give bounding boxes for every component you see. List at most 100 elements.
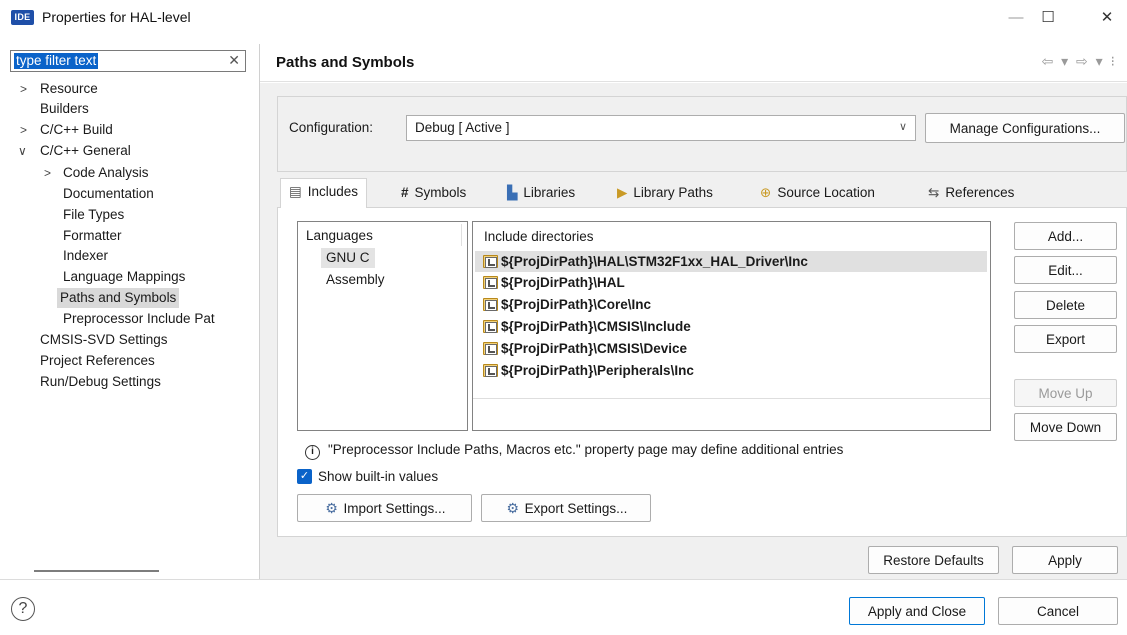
- tab-label: Symbols: [414, 185, 467, 200]
- tree-expand-icon[interactable]: >: [20, 120, 27, 140]
- tree-expand-icon[interactable]: >: [44, 163, 51, 183]
- nav-item-paths-and-symbols[interactable]: Paths and Symbols: [57, 288, 180, 308]
- bottom-separator: [0, 579, 1127, 580]
- languages-header: Languages: [306, 228, 373, 243]
- maximize-button[interactable]: ☐: [1026, 4, 1070, 32]
- ide-logo-icon: IDE: [11, 10, 34, 25]
- include-path: ${ProjDirPath}\CMSIS\Include: [501, 319, 691, 334]
- edit-button[interactable]: Edit...: [1014, 256, 1117, 284]
- include-row[interactable]: ${ProjDirPath}\HAL\STM32F1xx_HAL_Driver\…: [475, 251, 987, 272]
- include-row[interactable]: ${ProjDirPath}\CMSIS\Include: [475, 316, 987, 337]
- include-path: ${ProjDirPath}\Core\Inc: [501, 297, 652, 312]
- tab-includes[interactable]: ▤ Includes: [280, 178, 368, 208]
- tab-label: Library Paths: [633, 185, 713, 200]
- filter-input[interactable]: type filter text ✕: [10, 50, 246, 72]
- info-message: i "Preprocessor Include Paths, Macros etc…: [305, 442, 843, 460]
- restore-defaults-button[interactable]: Restore Defaults: [868, 546, 999, 574]
- configuration-select[interactable]: Debug [ Active ] ∨: [406, 115, 916, 141]
- apply-button[interactable]: Apply: [1012, 546, 1118, 574]
- include-path: ${ProjDirPath}\HAL: [501, 275, 625, 290]
- button-label: Import Settings...: [343, 500, 446, 516]
- language-gnu-c[interactable]: GNU C: [321, 248, 375, 268]
- nav-horizontal-scrollbar[interactable]: [34, 570, 159, 572]
- import-settings-button[interactable]: ⚙ Import Settings...: [297, 494, 472, 522]
- nav-item-cpp-build[interactable]: C/C++ Build: [37, 120, 116, 140]
- include-folder-icon: [483, 364, 498, 377]
- close-button[interactable]: ✕: [1085, 4, 1127, 32]
- library-paths-icon: ▶: [617, 185, 628, 200]
- libraries-icon: ▙: [507, 185, 518, 200]
- tab-label: Includes: [307, 184, 359, 199]
- configuration-label: Configuration:: [289, 120, 374, 135]
- info-text: "Preprocessor Include Paths, Macros etc.…: [328, 442, 844, 457]
- symbols-icon: #: [401, 185, 409, 200]
- nav-item-cpp-general[interactable]: C/C++ General: [37, 141, 134, 161]
- export-button[interactable]: Export: [1014, 325, 1117, 353]
- include-folder-icon: [483, 276, 498, 289]
- export-settings-icon: ⚙: [506, 499, 519, 516]
- source-location-icon: ⊕: [760, 185, 772, 200]
- move-up-button[interactable]: Move Up: [1014, 379, 1117, 407]
- tab-library-paths[interactable]: ▶ Library Paths: [617, 180, 713, 207]
- button-label: Export Settings...: [524, 500, 628, 516]
- nav-item-code-analysis[interactable]: Code Analysis: [60, 163, 152, 183]
- info-icon: i: [305, 445, 320, 460]
- add-button[interactable]: Add...: [1014, 222, 1117, 250]
- nav-item-preprocessor-include-paths[interactable]: Preprocessor Include Pat: [60, 309, 218, 329]
- nav-item-resource[interactable]: Resource: [37, 79, 101, 99]
- include-path: ${ProjDirPath}\Peripherals\Inc: [501, 363, 694, 378]
- list-divider: [473, 398, 990, 399]
- nav-item-file-types[interactable]: File Types: [60, 205, 127, 225]
- nav-item-cmsis-svd-settings[interactable]: CMSIS-SVD Settings: [37, 330, 171, 350]
- nav-item-documentation[interactable]: Documentation: [60, 184, 157, 204]
- include-path: ${ProjDirPath}\CMSIS\Device: [501, 341, 688, 356]
- tab-references[interactable]: ⇆ References: [928, 180, 1014, 207]
- includes-icon: ▤: [289, 184, 302, 199]
- apply-and-close-button[interactable]: Apply and Close: [849, 597, 985, 625]
- nav-item-language-mappings[interactable]: Language Mappings: [60, 267, 188, 287]
- tree-expand-icon[interactable]: >: [20, 79, 27, 99]
- include-folder-icon: [483, 320, 498, 333]
- language-assembly[interactable]: Assembly: [321, 270, 390, 290]
- include-folder-icon: [483, 342, 498, 355]
- help-icon[interactable]: ?: [11, 597, 35, 621]
- clear-filter-icon[interactable]: ✕: [228, 52, 240, 69]
- show-built-in-checkbox[interactable]: ✓: [297, 469, 312, 484]
- window-title: Properties for HAL-level: [42, 9, 191, 25]
- include-row[interactable]: ${ProjDirPath}\Core\Inc: [475, 294, 987, 315]
- references-icon: ⇆: [928, 185, 940, 200]
- nav-item-run-debug-settings[interactable]: Run/Debug Settings: [37, 372, 164, 392]
- include-row[interactable]: ${ProjDirPath}\CMSIS\Device: [475, 338, 987, 359]
- nav-item-builders[interactable]: Builders: [37, 99, 92, 119]
- import-settings-icon: ⚙: [325, 499, 338, 516]
- manage-configurations-button[interactable]: Manage Configurations...: [925, 113, 1125, 143]
- include-directories-list[interactable]: Include directories ${ProjDirPath}\HAL\S…: [472, 221, 991, 431]
- nav-item-formatter[interactable]: Formatter: [60, 226, 125, 246]
- include-path: ${ProjDirPath}\HAL\STM32F1xx_HAL_Driver\…: [501, 254, 808, 269]
- tab-label: Source Location: [777, 185, 875, 200]
- export-settings-button[interactable]: ⚙ Export Settings...: [481, 494, 651, 522]
- include-row[interactable]: ${ProjDirPath}\HAL: [475, 272, 987, 293]
- tab-libraries[interactable]: ▙ Libraries: [507, 180, 575, 207]
- tree-collapse-icon[interactable]: ∨: [18, 141, 27, 161]
- delete-button[interactable]: Delete: [1014, 291, 1117, 319]
- page-header: Paths and Symbols ⇦ ▾ ⇨ ▾ ⁝: [260, 44, 1127, 82]
- nav-item-project-references[interactable]: Project References: [37, 351, 158, 371]
- history-navigation-icon[interactable]: ⇦ ▾ ⇨ ▾ ⁝: [1041, 53, 1117, 70]
- show-built-in-label[interactable]: Show built-in values: [318, 469, 438, 484]
- move-down-button[interactable]: Move Down: [1014, 413, 1117, 441]
- include-folder-icon: [483, 298, 498, 311]
- include-row[interactable]: ${ProjDirPath}\Peripherals\Inc: [475, 360, 987, 381]
- chevron-down-icon: ∨: [898, 121, 907, 133]
- tab-source-location[interactable]: ⊕ Source Location: [760, 180, 875, 207]
- configuration-value: Debug [ Active ]: [415, 120, 510, 135]
- cancel-button[interactable]: Cancel: [998, 597, 1118, 625]
- include-directories-header: Include directories: [484, 229, 594, 244]
- column-divider: [461, 224, 462, 246]
- tab-symbols[interactable]: # Symbols: [401, 180, 466, 207]
- page-title: Paths and Symbols: [276, 54, 415, 71]
- nav-item-indexer[interactable]: Indexer: [60, 246, 111, 266]
- tab-label: References: [945, 185, 1015, 200]
- include-folder-icon: [483, 255, 498, 268]
- filter-text: type filter text: [14, 53, 99, 69]
